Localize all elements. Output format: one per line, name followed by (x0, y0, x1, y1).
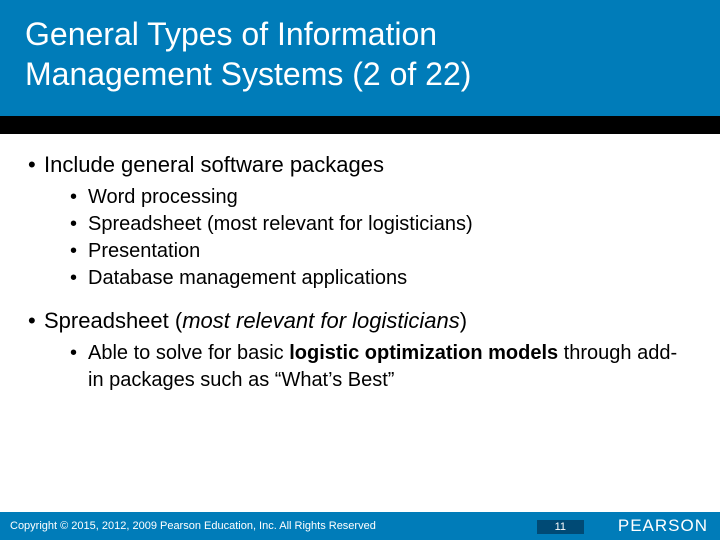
bullet-level1: Spreadsheet (most relevant for logistici… (30, 308, 690, 334)
bullet-text-suffix: ) (460, 308, 467, 333)
bullet-text: Spreadsheet (most relevant for logistici… (88, 213, 473, 235)
title-line-2: Management Systems (2 of 22) (25, 56, 471, 92)
bullet-level2: Word processing (30, 184, 690, 211)
bullet-text: Include general software packages (44, 152, 384, 177)
page-number-badge: 11 (537, 520, 584, 534)
bullet-text-pre: Able to solve for basic (88, 342, 289, 364)
bullet-level1: Include general software packages (30, 152, 690, 178)
bullet-level2: Presentation (30, 238, 690, 265)
slide-footer: Copyright © 2015, 2012, 2009 Pearson Edu… (0, 512, 720, 540)
bullet-text: Word processing (88, 186, 238, 208)
bullet-text: Presentation (88, 240, 200, 262)
divider-strip (0, 116, 720, 134)
slide-body: Include general software packages Word p… (0, 134, 720, 394)
brand-logo-text: PEARSON (618, 516, 708, 536)
bullet-level2: Spreadsheet (most relevant for logistici… (30, 211, 690, 238)
slide-title: General Types of Information Management … (25, 14, 695, 94)
bullet-level2: Database management applications (30, 265, 690, 292)
bullet-text: Database management applications (88, 267, 407, 289)
bullet-level2: Able to solve for basic logistic optimiz… (30, 340, 690, 394)
bullet-text-prefix: Spreadsheet ( (44, 308, 182, 333)
copyright-text: Copyright © 2015, 2012, 2009 Pearson Edu… (10, 520, 376, 532)
bullet-text-bold: logistic optimization models (289, 342, 558, 364)
title-line-1: General Types of Information (25, 16, 437, 52)
slide-header: General Types of Information Management … (0, 0, 720, 116)
bullet-text-italic: most relevant for logisticians (182, 308, 460, 333)
